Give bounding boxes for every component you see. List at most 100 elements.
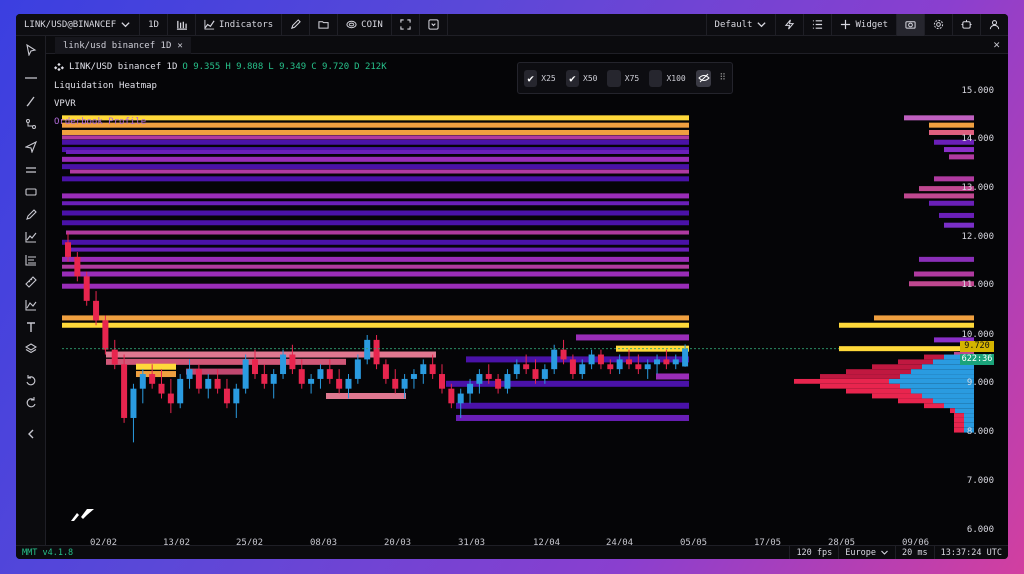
- profile-bar: [904, 193, 974, 199]
- legend-high: H 9.808: [225, 62, 264, 72]
- candle-body: [541, 369, 548, 379]
- bot-button[interactable]: [952, 14, 980, 36]
- text-tool[interactable]: [21, 317, 41, 337]
- chart-area[interactable]: LINK/USD binancef 1D O 9.355 H 9.808 L 9…: [46, 54, 1008, 548]
- candle-body: [345, 378, 352, 389]
- x100-checkbox[interactable]: [649, 69, 663, 87]
- pencil-icon: [291, 19, 301, 29]
- chart-type-button[interactable]: [168, 14, 196, 36]
- legend-open: O 9.355: [182, 62, 221, 72]
- pen-tool[interactable]: [21, 205, 41, 225]
- collapse-toolbar-button[interactable]: [21, 424, 41, 444]
- indicator-liquidation-heatmap[interactable]: Liquidation Heatmap: [54, 81, 157, 91]
- coin-label: COIN: [361, 19, 383, 30]
- rectangle-tool[interactable]: [21, 182, 41, 202]
- heatmap-band: [62, 164, 689, 170]
- candle-body: [560, 349, 567, 360]
- region-selector[interactable]: Europe: [838, 545, 895, 559]
- candle-body: [373, 339, 380, 365]
- x25-checkbox[interactable]: ✔: [524, 69, 538, 87]
- heatmap-band: [136, 363, 176, 370]
- vpvr-buy-bar: [955, 408, 974, 414]
- arrow-tool[interactable]: [21, 137, 41, 157]
- measure-tool[interactable]: [21, 272, 41, 292]
- screenshot-button[interactable]: [896, 14, 924, 36]
- add-widget-button[interactable]: Widget: [831, 14, 896, 36]
- heatmap-band: [186, 368, 246, 375]
- indicator-vpvr[interactable]: VPVR: [54, 99, 76, 109]
- camera-icon: [905, 21, 916, 29]
- account-button[interactable]: [980, 14, 1008, 36]
- redo-icon: [26, 397, 36, 408]
- dropdown-panel-button[interactable]: [420, 14, 448, 36]
- undo-icon: [26, 375, 36, 386]
- equals-icon: [26, 167, 36, 173]
- timeframe-button[interactable]: 1D: [140, 14, 168, 36]
- path-tool[interactable]: [21, 114, 41, 134]
- candle-body: [616, 359, 623, 370]
- indicators-button[interactable]: Indicators: [196, 14, 283, 36]
- eye-off-icon: [697, 73, 710, 83]
- chart-tab-bar: link/usd binancef 1D ✕ ✕: [46, 36, 1008, 54]
- close-icon[interactable]: ✕: [993, 38, 1000, 51]
- candle-body: [485, 374, 492, 379]
- horizontal-line-tool[interactable]: [21, 68, 41, 88]
- candle-body: [597, 354, 604, 365]
- path-icon: [26, 119, 36, 129]
- pattern-tool[interactable]: [21, 295, 41, 315]
- parallel-lines-tool[interactable]: [21, 160, 41, 180]
- chart-tab[interactable]: link/usd binancef 1D ✕: [55, 37, 191, 54]
- widget-label: Widget: [855, 19, 888, 30]
- x75-checkbox[interactable]: [607, 69, 621, 87]
- draw-button[interactable]: [282, 14, 311, 36]
- heatmap-band: [62, 135, 689, 140]
- brush-tool[interactable]: [21, 91, 41, 111]
- undo-button[interactable]: [21, 370, 41, 390]
- candle-body: [121, 364, 128, 418]
- hide-toggle[interactable]: [695, 69, 712, 87]
- line-chart-icon: [204, 19, 215, 30]
- cursor-icon: [26, 44, 37, 56]
- heatmap-band: [62, 129, 689, 135]
- folder-button[interactable]: [310, 14, 339, 36]
- vpvr-sell-bar: [954, 427, 964, 433]
- fps-readout: 120 fps: [789, 545, 838, 559]
- status-bar: MMT v4.1.8 120 fps Europe 20 ms 13:37:24…: [16, 545, 1008, 559]
- symbol-selector[interactable]: LINK/USD@BINANCEF: [16, 14, 141, 36]
- alerts-button[interactable]: [775, 14, 803, 36]
- chart-tab-label: link/usd binancef 1D: [63, 40, 172, 51]
- candle-body: [130, 388, 137, 418]
- drag-handle-icon[interactable]: ⠿: [719, 73, 726, 83]
- heatmap-band: [66, 150, 689, 154]
- fib-tool[interactable]: [21, 250, 41, 270]
- profile-bar: [839, 346, 974, 352]
- settings-button[interactable]: [924, 14, 952, 36]
- indicator-orderbook-profile[interactable]: Orderbook Profile: [54, 117, 146, 127]
- robot-icon: [961, 19, 972, 29]
- vpvr-sell-bar: [954, 418, 964, 423]
- legend-low: L 9.349: [268, 62, 307, 72]
- dropdown-box-icon: [428, 19, 439, 30]
- layout-selector[interactable]: Default: [705, 14, 776, 36]
- coin-button[interactable]: COIN: [338, 14, 392, 36]
- heatmap-band: [62, 283, 689, 289]
- candle-body: [504, 374, 511, 389]
- candle-body: [177, 378, 184, 404]
- layers-tool[interactable]: [21, 339, 41, 359]
- x50-checkbox[interactable]: ✔: [565, 69, 580, 87]
- fullscreen-button[interactable]: [392, 14, 420, 36]
- redo-button[interactable]: [21, 392, 41, 412]
- chart-canvas[interactable]: [46, 54, 1008, 545]
- vpvr-buy-bar: [922, 393, 974, 399]
- price-tick: 6.000: [966, 525, 994, 535]
- vpvr-buy-bar: [900, 374, 974, 379]
- candle-body: [102, 320, 109, 350]
- trend-tool[interactable]: [21, 227, 41, 247]
- candle-body: [420, 364, 427, 375]
- tab-close-icon[interactable]: ✕: [177, 41, 182, 51]
- heatmap-band: [62, 256, 689, 262]
- gear-icon: [933, 19, 944, 30]
- cursor-tool[interactable]: [21, 40, 41, 60]
- candle-body: [336, 378, 343, 389]
- list-button[interactable]: [803, 14, 831, 36]
